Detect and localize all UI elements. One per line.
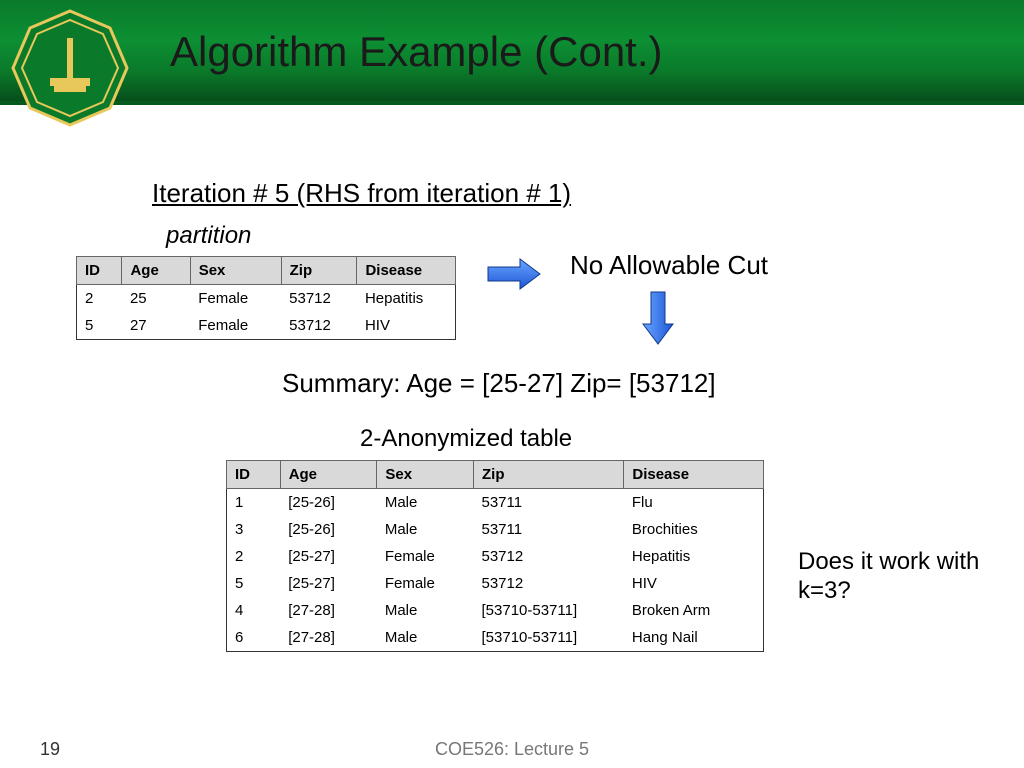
table-row: 3[25-26]Male53711Brochities: [227, 516, 764, 543]
footer-text: COE526: Lecture 5: [0, 739, 1024, 760]
table-cell: [25-26]: [280, 489, 377, 517]
table-cell: Female: [190, 285, 281, 313]
column-header: Sex: [190, 257, 281, 285]
partition-table: IDAgeSexZipDisease225Female53712Hepatiti…: [76, 256, 456, 340]
table-cell: 25: [122, 285, 190, 313]
table-cell: 53712: [474, 543, 624, 570]
table-cell: Female: [377, 570, 474, 597]
table-cell: [53710-53711]: [474, 597, 624, 624]
table-cell: [53710-53711]: [474, 624, 624, 652]
column-header: Sex: [377, 461, 474, 489]
table-cell: [25-27]: [280, 543, 377, 570]
table-cell: Male: [377, 597, 474, 624]
slide-header: Algorithm Example (Cont.): [0, 0, 1024, 105]
table-cell: 2: [227, 543, 281, 570]
table-row: 4[27-28]Male[53710-53711]Broken Arm: [227, 597, 764, 624]
table-cell: Male: [377, 516, 474, 543]
table-cell: 53712: [281, 312, 357, 340]
table-cell: [25-26]: [280, 516, 377, 543]
summary-text: Summary: Age = [25-27] Zip= [53712]: [282, 368, 716, 399]
table-row: 225Female53712Hepatitis: [77, 285, 456, 313]
table-cell: 53711: [474, 516, 624, 543]
table-cell: Brochities: [624, 516, 764, 543]
table-cell: Female: [190, 312, 281, 340]
table-row: 6[27-28]Male[53710-53711]Hang Nail: [227, 624, 764, 652]
table-cell: 1: [227, 489, 281, 517]
table-cell: 53711: [474, 489, 624, 517]
table-cell: 27: [122, 312, 190, 340]
table-cell: Hepatitis: [624, 543, 764, 570]
partition-label: partition: [166, 222, 251, 250]
no-allowable-cut-text: No Allowable Cut: [570, 250, 768, 281]
table-cell: Hepatitis: [357, 285, 456, 313]
university-logo-icon: [10, 8, 130, 128]
table-cell: HIV: [624, 570, 764, 597]
table-cell: 5: [77, 312, 122, 340]
table-row: 527Female53712HIV: [77, 312, 456, 340]
table-cell: Male: [377, 489, 474, 517]
table-row: 1[25-26]Male53711Flu: [227, 489, 764, 517]
anonymized-table: IDAgeSexZipDisease1[25-26]Male53711Flu3[…: [226, 460, 764, 652]
table-cell: 53712: [281, 285, 357, 313]
table-cell: 4: [227, 597, 281, 624]
table-cell: 53712: [474, 570, 624, 597]
table-row: 5[25-27]Female53712HIV: [227, 570, 764, 597]
table-cell: [27-28]: [280, 597, 377, 624]
table-cell: HIV: [357, 312, 456, 340]
table-cell: 6: [227, 624, 281, 652]
table-row: 2[25-27]Female53712Hepatitis: [227, 543, 764, 570]
table-cell: Male: [377, 624, 474, 652]
iteration-heading: Iteration # 5 (RHS from iteration # 1): [152, 178, 571, 209]
column-header: ID: [227, 461, 281, 489]
table-cell: [25-27]: [280, 570, 377, 597]
arrow-down-icon: [640, 290, 676, 348]
table-cell: 2: [77, 285, 122, 313]
table-cell: Flu: [624, 489, 764, 517]
column-header: Disease: [357, 257, 456, 285]
column-header: Age: [122, 257, 190, 285]
column-header: Disease: [624, 461, 764, 489]
table-cell: [27-28]: [280, 624, 377, 652]
arrow-right-icon: [486, 256, 544, 292]
table-cell: Hang Nail: [624, 624, 764, 652]
table-cell: 3: [227, 516, 281, 543]
slide-title: Algorithm Example (Cont.): [170, 28, 663, 76]
table-cell: Broken Arm: [624, 597, 764, 624]
anonymized-table-label: 2-Anonymized table: [360, 425, 572, 453]
column-header: ID: [77, 257, 122, 285]
question-text: Does it work with k=3?: [798, 548, 998, 606]
column-header: Zip: [281, 257, 357, 285]
column-header: Zip: [474, 461, 624, 489]
table-cell: Female: [377, 543, 474, 570]
table-cell: 5: [227, 570, 281, 597]
column-header: Age: [280, 461, 377, 489]
